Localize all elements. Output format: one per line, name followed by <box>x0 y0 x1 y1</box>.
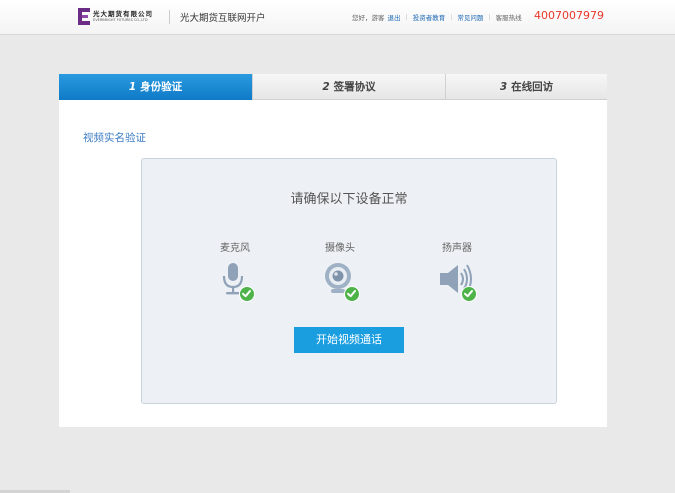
top-links: 您好，游客 退出 | 投资者教育 | 常见问题 | 客服热线 <box>352 12 522 22</box>
hotline-number: 4007007979 <box>534 9 604 22</box>
device-microphone: 麦克风 <box>205 239 265 302</box>
device-check-box: 请确保以下设备正常 麦克风 摄像头 扬声器 开始视频通话 <box>141 158 557 404</box>
device-webcam: 摄像头 <box>310 239 370 302</box>
device-check-heading: 请确保以下设备正常 <box>290 192 408 207</box>
faq-link[interactable]: 常见问题 <box>457 12 483 22</box>
check-icon <box>461 286 477 302</box>
logout-link[interactable]: 退出 <box>388 12 401 22</box>
start-video-call-button[interactable]: 开始视频通话 <box>294 327 404 353</box>
link-divider: | <box>405 13 408 21</box>
investor-education-link[interactable]: 投资者教育 <box>413 12 446 22</box>
step-online-callback: 3 在线回访 <box>445 74 607 100</box>
webcam-label: 摄像头 <box>325 243 355 254</box>
microphone-label: 麦克风 <box>220 243 250 254</box>
device-speaker: 扬声器 <box>427 239 487 302</box>
hotline-label: 客服热线 <box>495 14 522 22</box>
section-title: 视频实名验证 <box>83 132 146 144</box>
step-progress-bar: 1 身份验证 2 签署协议 3 在线回访 <box>59 74 607 100</box>
site-title: 光大期货互联网开户 <box>180 13 266 24</box>
logo-chinese-name: 光大期货有限公司 <box>93 10 153 18</box>
check-icon <box>344 286 360 302</box>
logo-mark-icon <box>78 8 90 25</box>
top-bar: 光大期货有限公司 EVERBRIGHT FUTURES CO.,LTD 光大期货… <box>0 0 675 35</box>
company-logo[interactable]: 光大期货有限公司 EVERBRIGHT FUTURES CO.,LTD <box>78 6 162 27</box>
link-divider: | <box>450 13 453 21</box>
speaker-label: 扬声器 <box>442 243 472 254</box>
header-divider <box>169 10 170 24</box>
link-divider: | <box>488 13 491 21</box>
logo-english-name: EVERBRIGHT FUTURES CO.,LTD <box>93 18 148 22</box>
main-panel: 1 身份验证 2 签署协议 3 在线回访 视频实名验证 请确保以下设备正常 麦克风 <box>59 74 607 427</box>
greeting-text: 您好，游客 <box>352 14 385 22</box>
step-sign-agreement: 2 签署协议 <box>252 74 445 100</box>
check-icon <box>239 286 255 302</box>
step-identity-verification: 1 身份验证 <box>59 74 252 100</box>
